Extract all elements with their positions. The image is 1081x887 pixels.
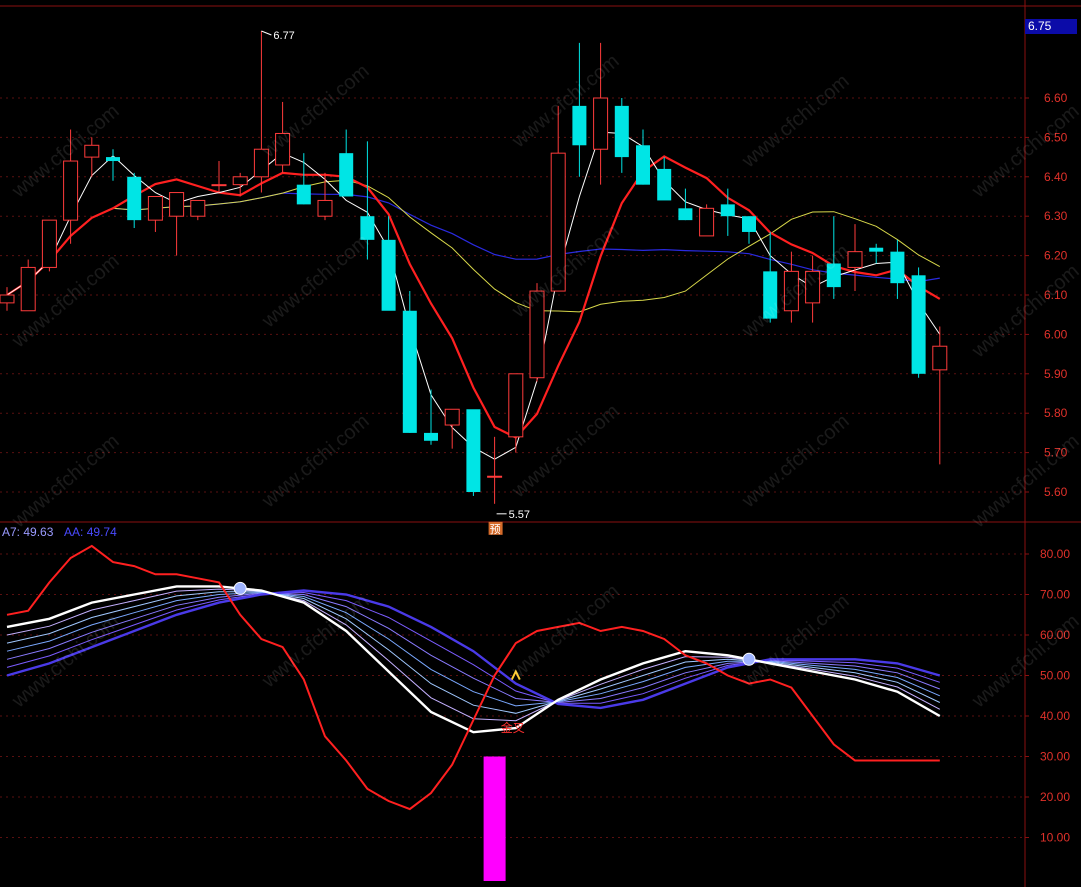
candle-body-up (169, 192, 185, 217)
candle-body-up (63, 160, 79, 221)
candle-body-down (402, 310, 417, 433)
candle-body-down (869, 247, 884, 252)
indicator-tick-label: 30.00 (1040, 750, 1070, 764)
cross-marker-icon (233, 581, 247, 595)
indicator-tick-label: 50.00 (1040, 669, 1070, 683)
candle-body-down (296, 184, 311, 205)
candle-body-up (508, 373, 524, 438)
candle-body-up (487, 475, 503, 478)
candle-body-down (106, 157, 120, 162)
price-tick-label: 5.80 (1044, 406, 1068, 420)
candle-body-up (190, 199, 206, 217)
candle-body-down (127, 176, 142, 221)
low-price-label: 5.57 (509, 509, 530, 521)
candle-body-down (466, 409, 481, 492)
candle-body-down (614, 105, 629, 158)
high-price-label: 6.77 (273, 30, 294, 42)
rsi-red-line (6, 544, 940, 811)
price-tick-label: 6.20 (1044, 249, 1068, 263)
candle-body-up (211, 184, 227, 187)
price-tick-label: 6.40 (1044, 170, 1068, 184)
candle-body-up (593, 97, 609, 150)
golden-cross-label: 金叉 (501, 720, 525, 735)
candle-body-down (424, 432, 438, 441)
price-tick-label: 5.60 (1044, 485, 1068, 499)
legend-aa: AA: 49.74 (64, 525, 117, 539)
candle-body-down (636, 145, 650, 185)
candle-body-up (41, 219, 57, 268)
stock-chart-root: 6.60 6.50 6.40 6.30 6.20 6.10 6.00 5.90 5.80 5.70… (0, 0, 1081, 887)
candle-body-down (678, 208, 693, 221)
indicator-tick-label: 80.00 (1040, 547, 1070, 561)
price-tick-label: 6.30 (1044, 209, 1068, 223)
signal-bar (483, 756, 506, 881)
candle-body-down (657, 168, 672, 201)
signal-badge-label: 预 (490, 523, 501, 536)
candle-body-up (0, 294, 15, 304)
candle-body-up (444, 408, 460, 426)
candle-body-down (890, 251, 905, 284)
indicator-tick-label: 70.00 (1040, 588, 1070, 602)
candle-body-down (381, 239, 396, 311)
candle-body-down (339, 153, 354, 197)
candle-body-up (932, 345, 948, 371)
price-tick-label: 6.00 (1044, 327, 1068, 341)
indicator-tick-label: 10.00 (1040, 831, 1070, 845)
candle-body-down (572, 105, 587, 146)
current-price-badge: 6.75 (1025, 19, 1077, 34)
price-tick-label: 5.90 (1044, 367, 1068, 381)
candle-body-down (742, 216, 756, 232)
candle-body-down (911, 275, 926, 374)
candle-body-up (20, 266, 36, 312)
candle-body-down (720, 204, 735, 217)
indicator-tick-label: 20.00 (1040, 790, 1070, 804)
candle-body-up (147, 196, 163, 221)
candle-body-up (232, 176, 248, 186)
candle-body-up (699, 207, 715, 237)
high-marker-arrow (261, 30, 272, 36)
candle-body-up (317, 199, 333, 217)
indicator-tick-label: 40.00 (1040, 709, 1070, 723)
